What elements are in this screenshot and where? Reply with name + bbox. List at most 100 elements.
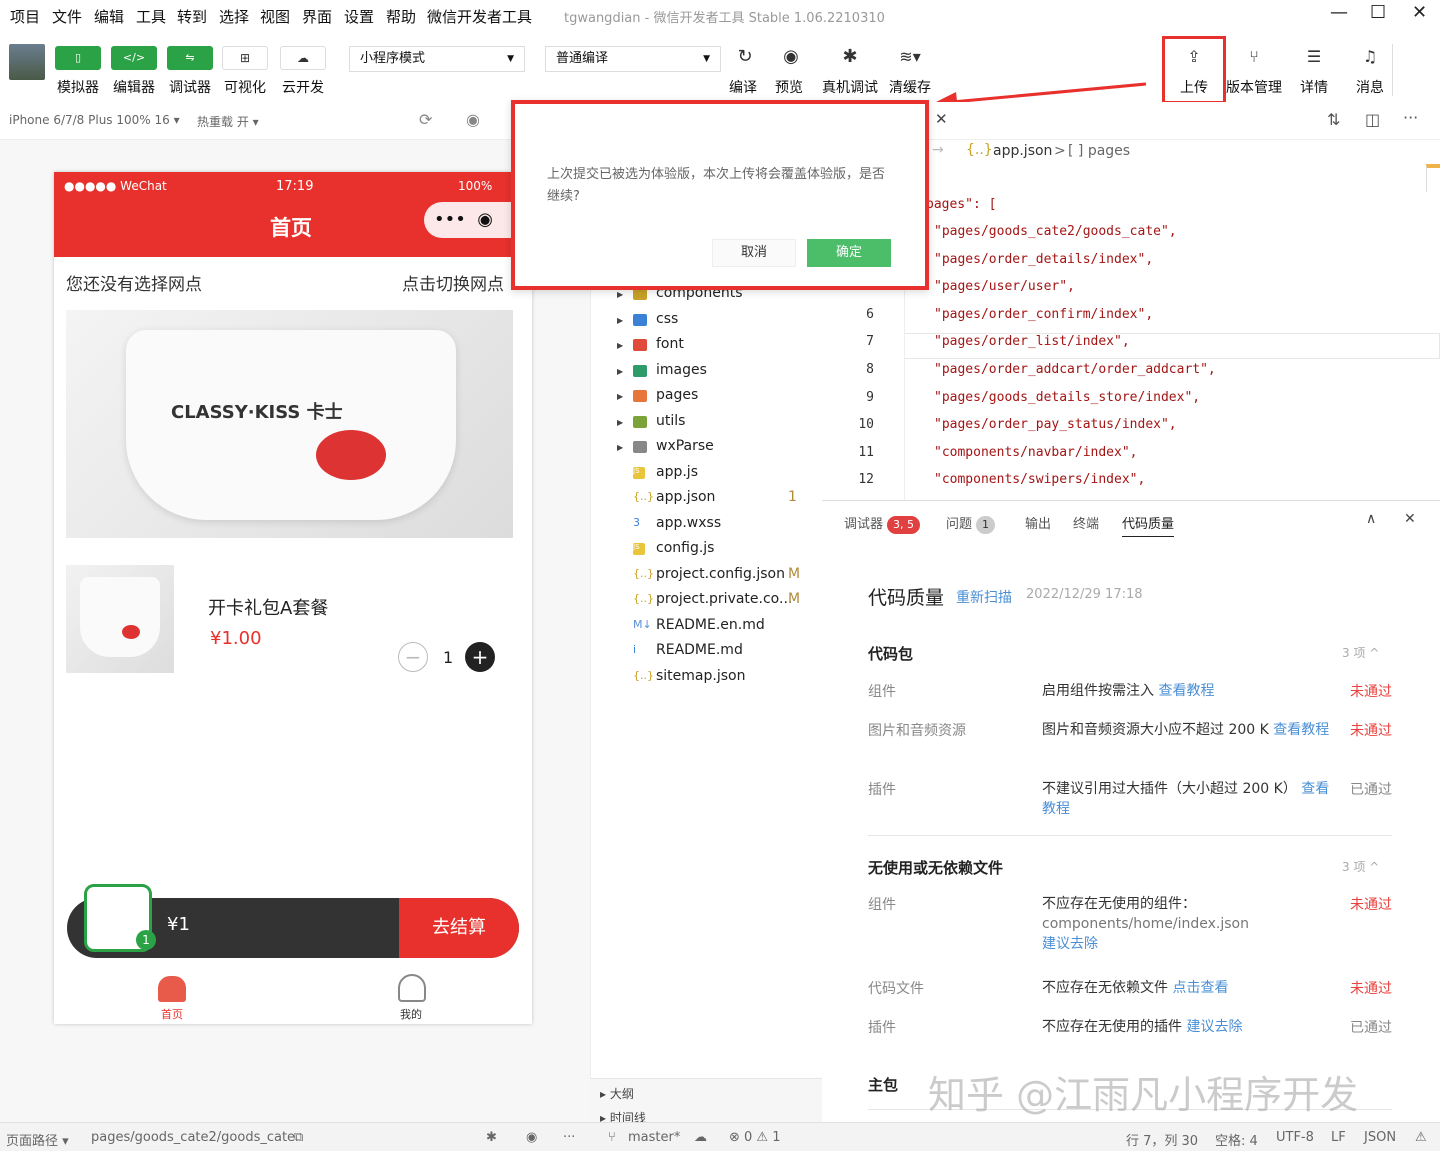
switch-outlet-link[interactable]: 点击切换网点 <box>402 270 504 295</box>
mode-select[interactable]: 小程序模式 ▼ <box>349 46 525 72</box>
menu-goto[interactable]: 转到 <box>177 6 207 27</box>
branch-icon[interactable]: ⑂ <box>1231 46 1277 70</box>
section-unused-count[interactable]: 3 项 ^ <box>1342 858 1379 875</box>
details-label[interactable]: 详情 <box>1300 77 1328 97</box>
hot-reload-select[interactable]: 热重载 开 ▾ <box>197 113 259 130</box>
code-line[interactable]: "pages/order_list/index", <box>934 334 1130 349</box>
tree-file[interactable]: i README.md <box>591 640 823 665</box>
compile-label[interactable]: 编译 <box>729 77 757 97</box>
menu-file[interactable]: 文件 <box>52 6 82 27</box>
breadcrumb-file[interactable]: app.json <box>993 143 1052 159</box>
tab-output[interactable]: 输出 <box>1025 513 1051 532</box>
menu-icon[interactable]: ☰ <box>1291 46 1337 70</box>
tree-file[interactable]: JS app.js <box>591 462 823 487</box>
debug-icon[interactable]: ⇋ <box>167 46 213 70</box>
section-package-count[interactable]: 3 项 ^ <box>1342 644 1379 661</box>
tree-file[interactable]: JS config.js <box>591 538 823 563</box>
remove-link[interactable]: 建议去除 <box>1042 936 1098 952</box>
tree-file[interactable]: {..} project.private.co... M <box>591 589 823 614</box>
cloud-label[interactable]: 云开发 <box>282 77 324 97</box>
tree-folder[interactable]: ▶ utils <box>591 411 823 436</box>
minimize-button[interactable]: — <box>1330 2 1348 23</box>
tree-folder[interactable]: ▶ wxParse <box>591 436 823 461</box>
tree-file[interactable]: {..} app.json 1 <box>591 487 823 512</box>
chevron-right-icon[interactable]: ▶ <box>617 367 623 376</box>
chevron-right-icon[interactable]: ▶ <box>617 316 623 325</box>
close-window-button[interactable]: ✕ <box>1412 2 1427 23</box>
menu-help[interactable]: 帮助 <box>386 6 416 27</box>
warning-icon[interactable]: ⚠ <box>1415 1130 1427 1145</box>
split-icon[interactable]: ◫ <box>1365 110 1380 129</box>
compare-icon[interactable]: ⇅ <box>1327 110 1340 129</box>
tab-issues[interactable]: 问题 1 <box>946 513 996 534</box>
code-line[interactable]: "pages/goods_details_store/index", <box>934 390 1200 405</box>
close-tab-icon[interactable]: ✕ <box>935 110 948 128</box>
cancel-button[interactable]: 取消 <box>712 239 796 267</box>
device-select[interactable]: iPhone 6/7/8 Plus 100% 16 ▾ <box>9 113 180 127</box>
rotate-icon[interactable]: ⟳ <box>419 110 432 129</box>
eol[interactable]: LF <box>1331 1130 1346 1145</box>
close-panel-icon[interactable]: ✕ <box>1404 511 1416 527</box>
chevron-right-icon[interactable]: ▶ <box>617 418 623 427</box>
tab-home[interactable]: 首页 <box>161 1006 183 1022</box>
clear-cache-label[interactable]: 清缓存 <box>889 77 931 97</box>
debugger-label[interactable]: 调试器 <box>169 77 211 97</box>
sync-icon[interactable]: ☁ <box>694 1130 707 1145</box>
tree-file[interactable]: 3 app.wxss <box>591 513 823 538</box>
tab-debugger[interactable]: 调试器 3, 5 <box>844 513 921 534</box>
code-line[interactable]: "pages/user/user", <box>934 279 1075 294</box>
layers-icon[interactable]: ≋▾ <box>887 46 933 70</box>
code-line[interactable]: "pages/order_confirm/index", <box>934 307 1153 322</box>
bug-icon[interactable]: ✱ <box>486 1130 497 1145</box>
real-debug-label[interactable]: 真机调试 <box>822 77 878 97</box>
chevron-right-icon[interactable]: ▶ <box>617 392 623 401</box>
code-icon[interactable]: </> <box>111 46 157 70</box>
bug-icon[interactable]: ✱ <box>827 46 873 70</box>
tree-file[interactable]: {..} project.config.json M <box>591 564 823 589</box>
menu-wechat-devtools[interactable]: 微信开发者工具 <box>427 6 532 27</box>
tree-folder[interactable]: ▶ css <box>591 309 823 334</box>
confirm-button[interactable]: 确定 <box>807 239 891 267</box>
indent-setting[interactable]: 空格: 4 <box>1215 1130 1258 1149</box>
chevron-right-icon[interactable]: ▶ <box>617 443 623 452</box>
tab-terminal[interactable]: 终端 <box>1073 513 1099 532</box>
tree-file[interactable]: {..} sitemap.json <box>591 666 823 691</box>
more-icon[interactable]: ··· <box>1403 108 1418 127</box>
encoding[interactable]: UTF-8 <box>1276 1130 1314 1145</box>
breadcrumb-key[interactable]: [ ] pages <box>1068 143 1130 159</box>
minus-icon[interactable]: − <box>398 642 428 672</box>
layout-icon[interactable]: ⊞ <box>222 46 268 70</box>
remove-link[interactable]: 建议去除 <box>1186 1019 1242 1035</box>
eye-icon[interactable]: ◉ <box>526 1130 537 1145</box>
code-line[interactable]: "components/swipers/index", <box>934 472 1145 487</box>
avatar[interactable] <box>9 44 45 80</box>
tree-folder[interactable]: ▶ font <box>591 334 823 359</box>
outline-section[interactable]: ▸ 大纲 <box>600 1085 634 1102</box>
editor-label[interactable]: 编辑器 <box>113 77 155 97</box>
code-line[interactable]: "components/navbar/index", <box>934 445 1138 460</box>
minimap[interactable] <box>1426 164 1440 192</box>
eye-icon[interactable]: ◉ <box>768 46 814 70</box>
menu-select[interactable]: 选择 <box>219 6 249 27</box>
maximize-button[interactable]: ☐ <box>1370 2 1386 23</box>
messages-label[interactable]: 消息 <box>1356 77 1384 97</box>
bell-icon[interactable]: ♫ <box>1347 46 1393 70</box>
page-path-select[interactable]: 页面路径 ▾ <box>6 1130 69 1149</box>
refresh-icon[interactable]: ↻ <box>722 46 768 70</box>
tab-mine[interactable]: 我的 <box>400 1006 422 1022</box>
simulator-label[interactable]: 模拟器 <box>57 77 99 97</box>
menu-settings[interactable]: 设置 <box>344 6 374 27</box>
more-icon[interactable]: ··· <box>563 1130 575 1145</box>
tree-folder[interactable]: ▶ pages <box>591 385 823 410</box>
plus-icon[interactable]: + <box>465 642 495 672</box>
menu-interface[interactable]: 界面 <box>302 6 332 27</box>
tree-file[interactable]: M↓ README.en.md <box>591 615 823 640</box>
menu-project[interactable]: 项目 <box>10 6 40 27</box>
chevron-right-icon[interactable]: ▶ <box>617 290 623 299</box>
copy-icon[interactable]: ⧉ <box>294 1130 303 1145</box>
compile-select[interactable]: 普通编译 ▼ <box>545 46 721 72</box>
problem-counts[interactable]: ⊗ 0 ⚠ 1 <box>729 1130 781 1145</box>
git-branch[interactable]: master* <box>628 1130 680 1145</box>
collapse-icon[interactable]: ∧ <box>1366 511 1376 527</box>
record-icon[interactable]: ◉ <box>466 110 480 129</box>
